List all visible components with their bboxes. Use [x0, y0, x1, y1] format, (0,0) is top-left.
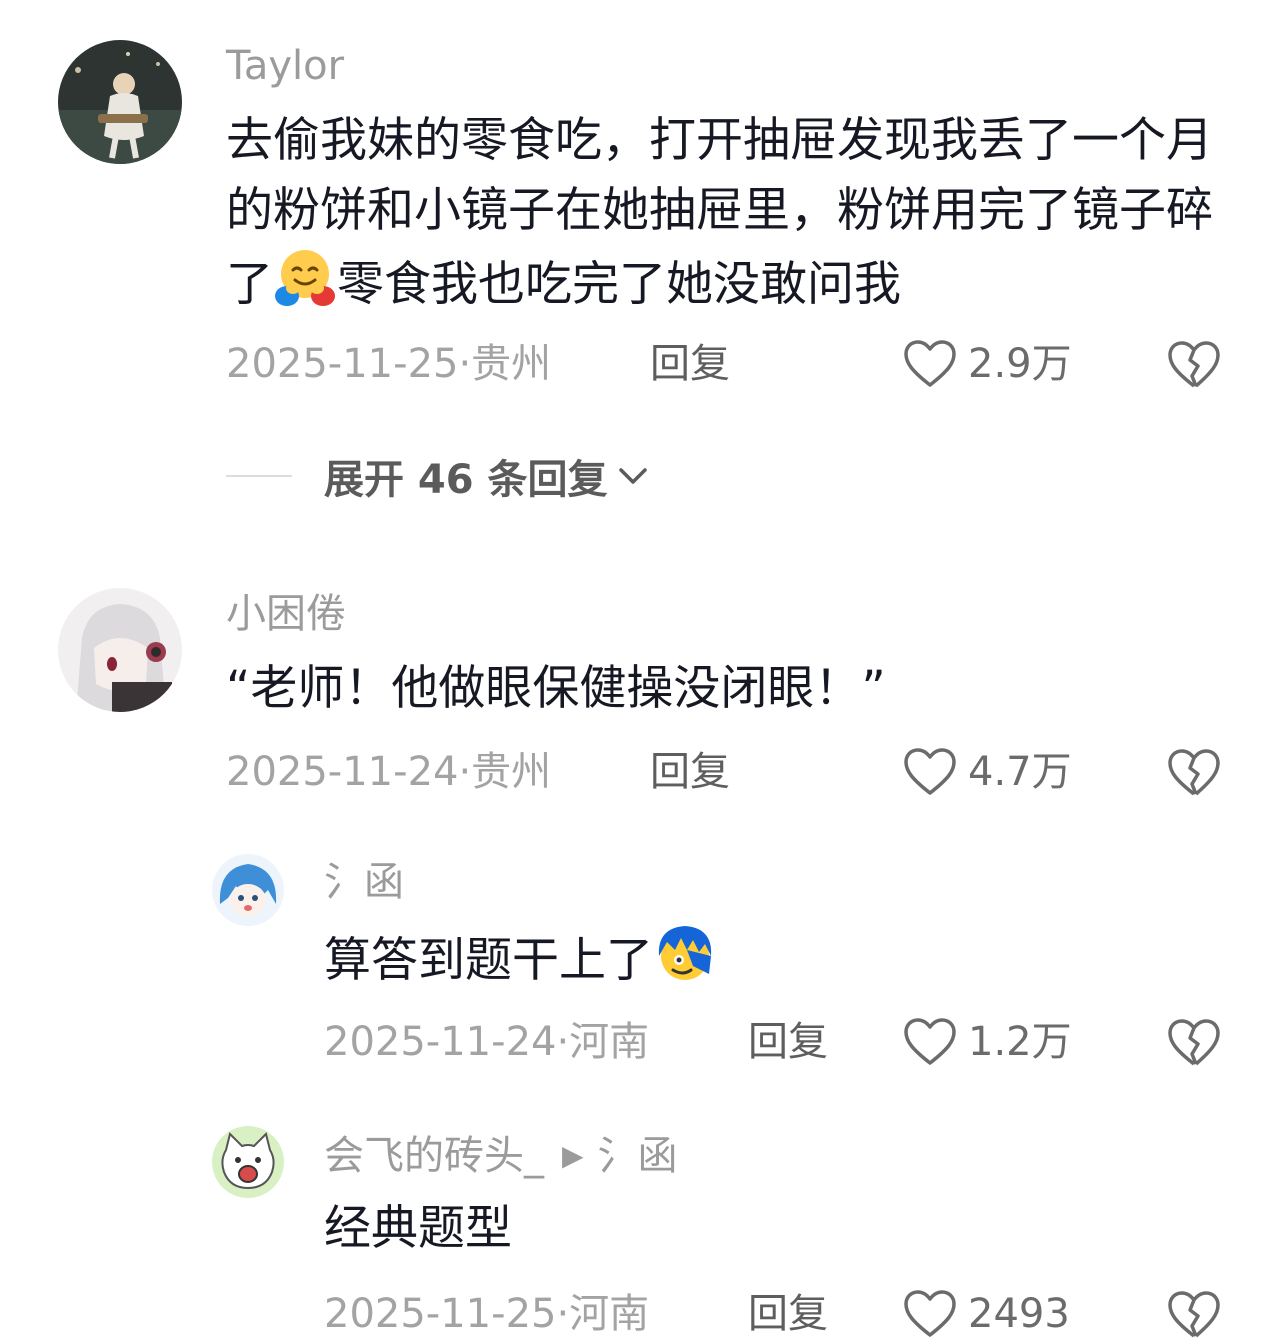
heart-icon: [904, 1018, 956, 1065]
reply-text: 算答到题干上了: [324, 922, 1224, 996]
avatar[interactable]: [212, 1126, 284, 1198]
dislike-button[interactable]: [1166, 1018, 1222, 1068]
comment-text: “老师！他做眼保健操没闭眼！”: [226, 661, 886, 716]
reply-author[interactable]: 会飞的砖头_: [324, 1133, 544, 1179]
comment-text-part: 零食我也吃完了她没敢问我: [337, 257, 901, 312]
like-count: 2.9万: [968, 341, 1072, 387]
username[interactable]: Taylor: [226, 40, 344, 92]
like-count: 1.2万: [968, 1019, 1072, 1065]
heart-icon: [904, 1290, 956, 1337]
like-button[interactable]: 2493: [902, 1288, 1070, 1340]
expand-replies-label: 展开 46 条回复: [324, 457, 608, 503]
like-button[interactable]: 4.7万: [902, 746, 1072, 798]
avatar[interactable]: [212, 854, 284, 926]
like-count: 4.7万: [968, 749, 1072, 795]
avatar[interactable]: [58, 588, 182, 712]
like-count: 2493: [968, 1291, 1070, 1337]
reply-time-location: 2025-11-24·河南: [324, 1019, 650, 1065]
like-button[interactable]: 1.2万: [902, 1016, 1072, 1068]
reply-button[interactable]: 回复: [748, 1016, 828, 1068]
avatar[interactable]: [58, 40, 182, 164]
dislike-button[interactable]: [1166, 340, 1222, 390]
username: 会飞的砖头_ ▶ 氵函: [324, 1130, 678, 1182]
hugging-face-emoji-icon: [273, 246, 337, 310]
reply-arrow-icon: ▶: [562, 1139, 584, 1172]
broken-heart-icon: [1168, 749, 1220, 796]
reply-button[interactable]: 回复: [650, 746, 730, 798]
reply-target[interactable]: 氵函: [598, 1133, 678, 1179]
heart-icon: [904, 340, 956, 387]
heart-icon: [904, 748, 956, 795]
dislike-button[interactable]: [1166, 748, 1222, 798]
broken-heart-icon: [1168, 1291, 1220, 1338]
reply-time-location: 2025-11-25·河南: [324, 1291, 650, 1337]
comment-time-location: 2025-11-25·贵州: [226, 341, 552, 387]
broken-heart-icon: [1168, 341, 1220, 388]
like-button[interactable]: 2.9万: [902, 338, 1072, 390]
username[interactable]: 氵函: [324, 856, 404, 908]
blue-hair-face-emoji-icon: [653, 922, 717, 986]
reply-text-part: 算答到题干上了: [324, 933, 653, 988]
comment-text: 去偷我妹的零食吃，打开抽屉发现我丢了一个月的粉饼和小镜子在她抽屉里，粉饼用完了镜…: [226, 106, 1236, 320]
chevron-down-icon: [618, 468, 647, 484]
divider: [226, 475, 292, 477]
reply-button[interactable]: 回复: [650, 338, 730, 390]
comment-time-location: 2025-11-24·贵州: [226, 749, 552, 795]
username[interactable]: 小困倦: [226, 588, 346, 640]
reply-text: 经典题型: [324, 1201, 512, 1256]
dislike-button[interactable]: [1166, 1290, 1222, 1340]
broken-heart-icon: [1168, 1019, 1220, 1066]
expand-replies-button[interactable]: 展开 46 条回复: [226, 448, 650, 504]
reply-button[interactable]: 回复: [748, 1288, 828, 1340]
